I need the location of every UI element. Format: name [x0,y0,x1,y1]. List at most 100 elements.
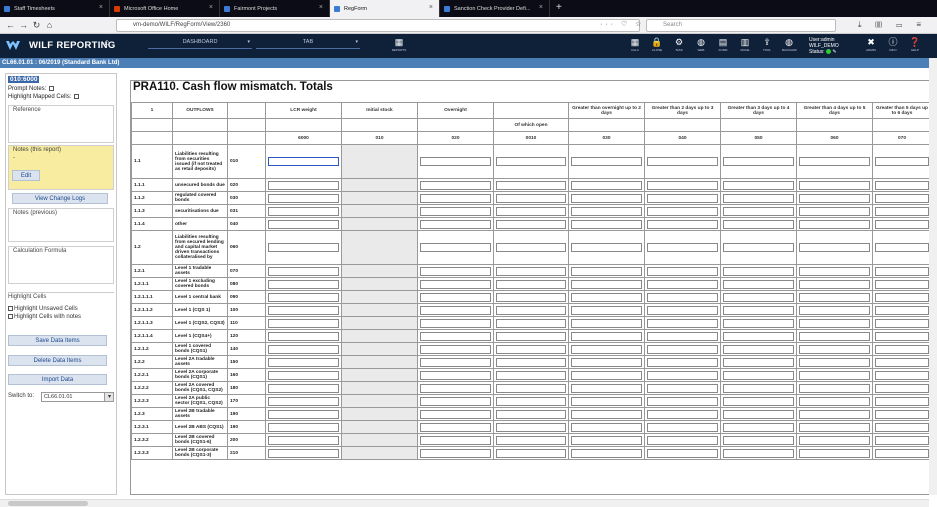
data-cell-input[interactable] [723,279,794,289]
data-cell-input[interactable] [571,383,642,393]
data-cell-input[interactable] [647,370,718,380]
data-cell-input[interactable] [723,157,794,166]
data-cell-input[interactable] [647,422,718,432]
data-cell-input[interactable] [875,435,929,445]
prompt-notes-checkbox[interactable] [49,86,55,91]
browser-tab[interactable]: Microsoft Office Home × [110,0,220,17]
data-cell-input[interactable] [496,193,566,203]
data-cell-input[interactable] [420,279,491,289]
data-cell-input[interactable] [647,219,718,229]
data-cell-input[interactable] [647,180,718,190]
data-cell-input[interactable] [723,266,794,276]
data-cell-input[interactable] [571,219,642,229]
data-cell-input[interactable] [268,318,339,328]
close-icon[interactable]: × [209,4,213,11]
data-cell-input[interactable] [723,370,794,380]
data-cell-input[interactable] [571,370,642,380]
horizontal-scrollbar[interactable] [0,499,929,507]
data-cell-input[interactable] [496,344,566,354]
data-cell-input[interactable] [496,206,566,216]
data-cell-input[interactable] [420,243,491,252]
data-cell-input[interactable] [723,243,794,252]
toolbar-button[interactable]: ⚙ TASK [672,37,686,52]
data-cell-input[interactable] [420,383,491,393]
data-cell-input[interactable] [420,266,491,276]
data-cell-input[interactable] [723,180,794,190]
data-cell-input[interactable] [268,193,339,203]
data-cell-input[interactable] [799,435,870,445]
data-cell-input[interactable] [571,448,642,458]
data-cell-input[interactable] [647,193,718,203]
data-cell-input[interactable] [723,292,794,302]
header-action-button[interactable]: ❓ HELP [908,37,922,52]
data-cell-input[interactable] [875,318,929,328]
data-cell-input[interactable] [875,206,929,216]
data-cell-input[interactable] [647,383,718,393]
data-cell-input[interactable] [875,243,929,252]
data-cell-input[interactable] [571,180,642,190]
data-cell-input[interactable] [268,279,339,289]
data-cell-input[interactable] [799,305,870,315]
data-cell-input[interactable] [723,331,794,341]
browser-tab[interactable]: RegForm × [330,0,440,17]
horizontal-scroll-thumb[interactable] [8,501,88,506]
highlight-notes-checkbox[interactable] [8,314,13,319]
view-change-logs-button[interactable]: View Change Logs [12,193,108,204]
data-cell-input[interactable] [496,219,566,229]
data-cell-input[interactable] [875,357,929,367]
data-cell-input[interactable] [799,383,870,393]
data-cell-input[interactable] [268,435,339,445]
new-tab-button[interactable]: + [550,0,568,17]
data-cell-input[interactable] [875,292,929,302]
data-cell-input[interactable] [799,409,870,419]
data-cell-input[interactable] [723,396,794,406]
highlight-mapped-checkbox[interactable] [74,94,80,99]
data-cell-input[interactable] [723,193,794,203]
data-cell-input[interactable] [875,383,929,393]
data-cell-input[interactable] [496,435,566,445]
data-cell-input[interactable] [647,409,718,419]
data-cell-input[interactable] [268,219,339,229]
data-cell-input[interactable] [571,318,642,328]
data-cell-input[interactable] [799,422,870,432]
data-cell-input[interactable] [571,193,642,203]
data-cell-input[interactable] [647,396,718,406]
close-icon[interactable]: × [99,4,103,11]
data-cell-input[interactable] [420,344,491,354]
data-cell-input[interactable] [799,292,870,302]
data-cell-input[interactable] [571,344,642,354]
data-cell-input[interactable] [496,180,566,190]
import-data-button[interactable]: Import Data [8,374,107,385]
data-cell-input[interactable] [799,219,870,229]
data-cell-input[interactable] [799,318,870,328]
data-cell-input[interactable] [875,409,929,419]
data-cell-input[interactable] [799,243,870,252]
data-cell-input[interactable] [647,157,718,166]
edit-button[interactable]: Edit [12,170,40,181]
data-cell-input[interactable] [268,266,339,276]
data-cell-input[interactable] [647,357,718,367]
data-cell-input[interactable] [571,266,642,276]
home-icon[interactable]: ⌂ [43,20,56,30]
data-cell-input[interactable] [420,318,491,328]
back-icon[interactable]: ← [4,20,17,30]
toolbar-button[interactable]: ◍ BACKGRD [782,37,797,52]
data-cell-input[interactable] [723,318,794,328]
data-cell-input[interactable] [723,357,794,367]
data-cell-input[interactable] [496,243,566,252]
pin-icon[interactable]: ✎ [832,49,836,55]
data-cell-input[interactable] [496,383,566,393]
data-cell-input[interactable] [875,266,929,276]
data-cell-input[interactable] [799,279,870,289]
data-cell-input[interactable] [647,448,718,458]
data-cell-input[interactable] [496,292,566,302]
data-cell-input[interactable] [875,279,929,289]
data-cell-input[interactable] [647,279,718,289]
data-cell-input[interactable] [647,318,718,328]
data-cell-input[interactable] [420,435,491,445]
home-button[interactable]: ⌂ [100,37,114,48]
data-cell-input[interactable] [723,448,794,458]
reload-icon[interactable]: ↻ [30,20,43,31]
data-cell-input[interactable] [496,357,566,367]
data-cell-input[interactable] [420,206,491,216]
